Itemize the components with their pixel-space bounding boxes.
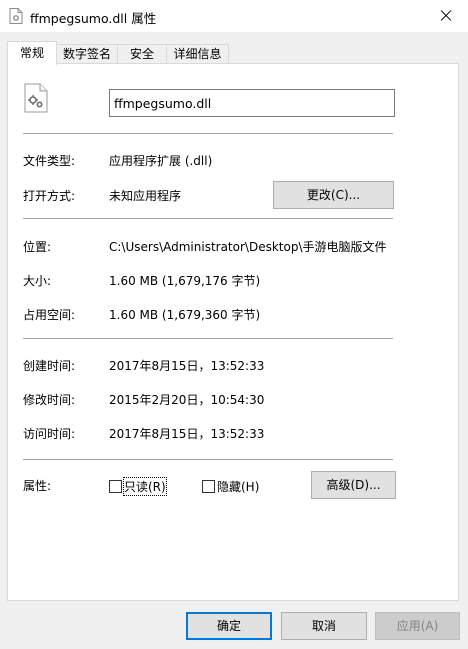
modified-label: 修改时间: bbox=[23, 393, 76, 407]
separator bbox=[23, 338, 393, 339]
close-button[interactable] bbox=[422, 0, 468, 32]
file-name-field[interactable] bbox=[109, 89, 395, 117]
file-type-label: 文件类型: bbox=[23, 154, 76, 168]
separator bbox=[23, 133, 393, 134]
dll-file-icon bbox=[9, 8, 23, 24]
created-value: 2017年8月15日，13:52:33 bbox=[109, 359, 265, 373]
opens-with-label: 打开方式: bbox=[23, 189, 76, 203]
attributes-label: 属性: bbox=[23, 479, 52, 493]
separator bbox=[23, 218, 393, 219]
change-button[interactable]: 更改(C)... bbox=[273, 181, 394, 209]
hidden-checkbox[interactable] bbox=[202, 480, 215, 493]
accessed-label: 访问时间: bbox=[23, 427, 76, 441]
advanced-button[interactable]: 高级(D)... bbox=[311, 471, 396, 499]
tab-general[interactable]: 常规 bbox=[7, 41, 57, 65]
hidden-checkbox-label[interactable]: 隐藏(H) bbox=[217, 478, 259, 495]
tab-digital-signatures[interactable]: 数字签名 bbox=[56, 44, 118, 64]
dll-file-icon bbox=[24, 83, 48, 113]
title-bar: ffmpegsumo.dll 属性 bbox=[0, 0, 468, 32]
file-type-value: 应用程序扩展 (.dll) bbox=[109, 154, 213, 168]
tab-security[interactable]: 安全 bbox=[117, 44, 167, 64]
opens-with-value: 未知应用程序 bbox=[109, 189, 182, 203]
created-label: 创建时间: bbox=[23, 359, 76, 373]
cancel-button[interactable]: 取消 bbox=[281, 612, 367, 640]
size-value: 1.60 MB (1,679,176 字节) bbox=[109, 274, 261, 288]
apply-button[interactable]: 应用(A) bbox=[375, 612, 460, 640]
modified-value: 2015年2月20日，10:54:30 bbox=[109, 393, 265, 407]
accessed-value: 2017年8月15日，13:52:33 bbox=[109, 427, 265, 441]
readonly-checkbox-label[interactable]: 只读(R) bbox=[123, 477, 167, 496]
separator bbox=[23, 459, 393, 460]
ok-button[interactable]: 确定 bbox=[186, 612, 272, 640]
readonly-checkbox[interactable] bbox=[109, 480, 122, 493]
location-label: 位置: bbox=[23, 240, 52, 254]
window-title: ffmpegsumo.dll 属性 bbox=[30, 11, 157, 26]
general-panel bbox=[7, 63, 459, 601]
size-on-disk-value: 1.60 MB (1,679,360 字节) bbox=[109, 308, 261, 322]
size-on-disk-label: 占用空间: bbox=[23, 308, 76, 322]
size-label: 大小: bbox=[23, 274, 52, 288]
tab-details[interactable]: 详细信息 bbox=[166, 44, 229, 64]
location-value: C:\Users\Administrator\Desktop\手游电脑版文件 bbox=[109, 240, 387, 254]
